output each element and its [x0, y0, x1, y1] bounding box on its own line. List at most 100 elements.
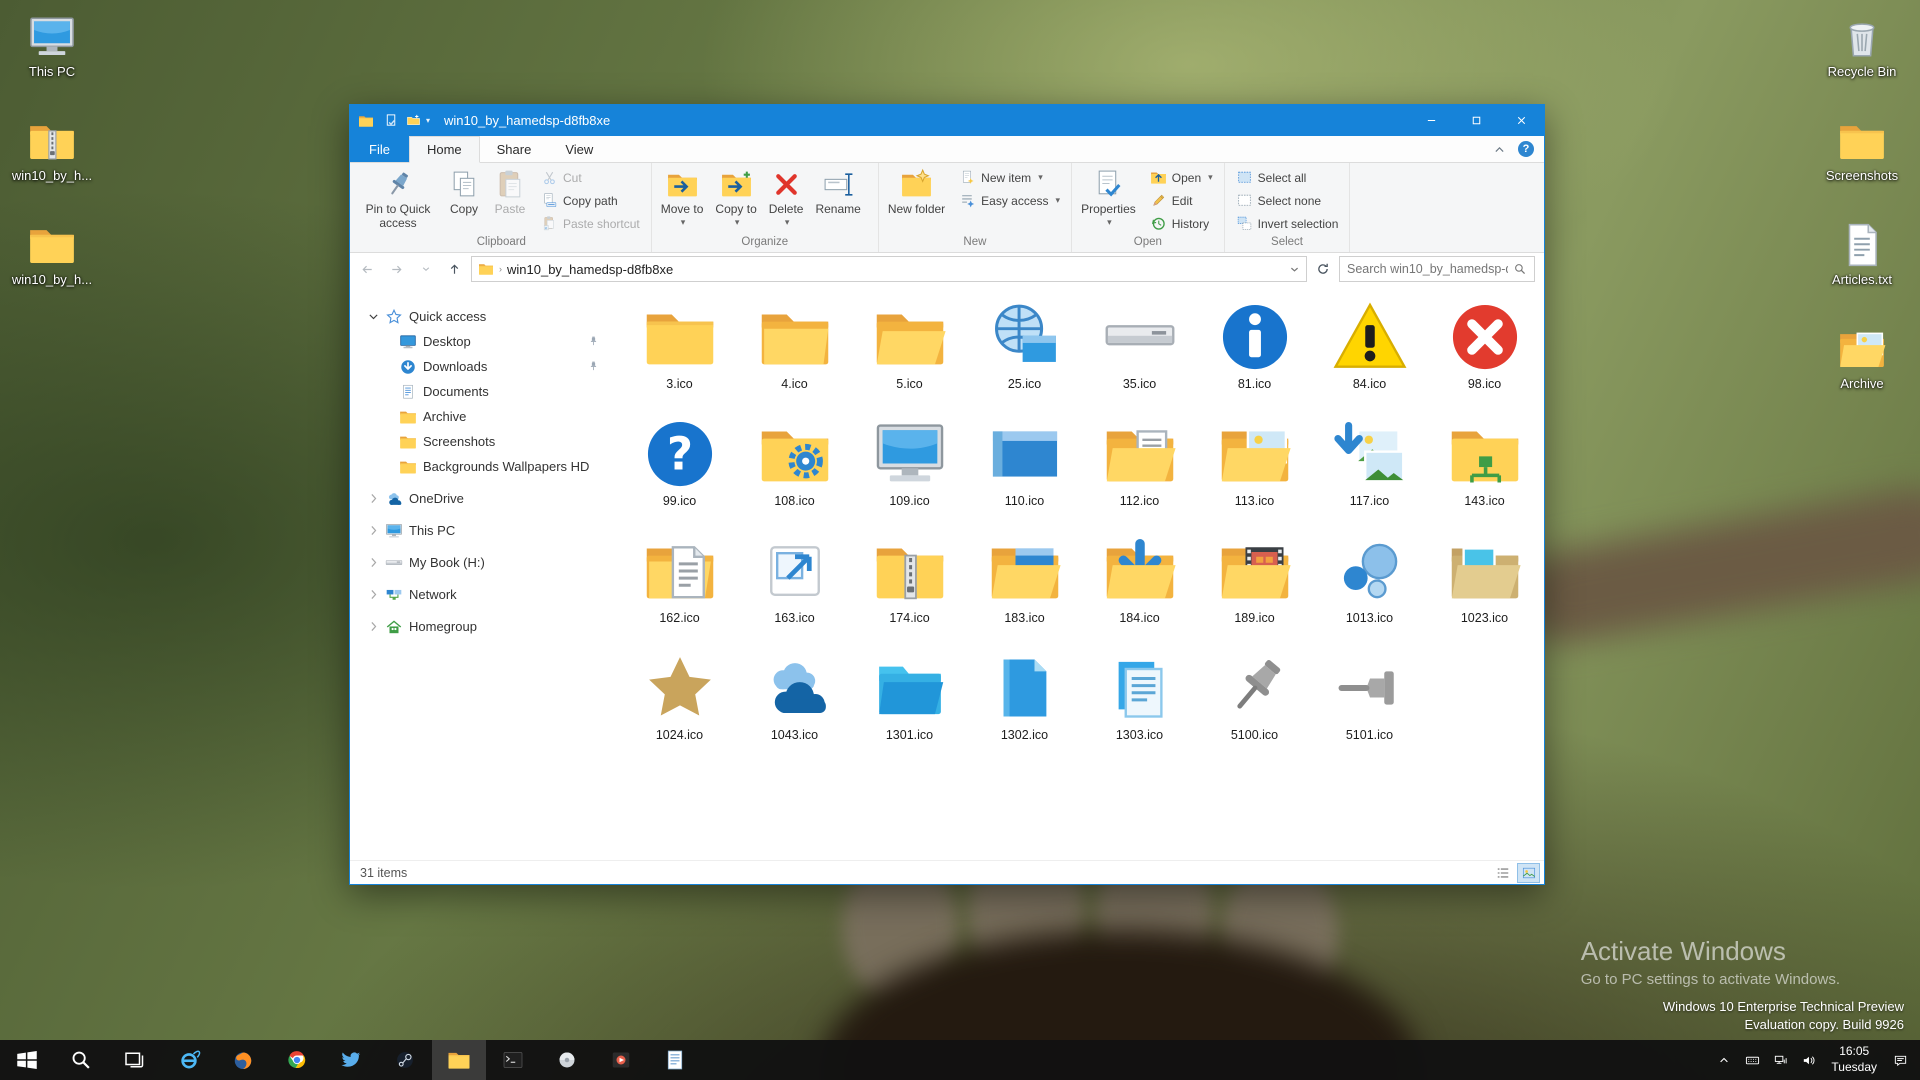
expander-icon[interactable]: [367, 556, 380, 569]
file-item[interactable]: 5101.ico: [1312, 650, 1427, 767]
file-item[interactable]: 98.ico: [1427, 299, 1542, 416]
desktop-icon[interactable]: Recycle Bin: [1818, 12, 1906, 98]
file-item[interactable]: 184.ico: [1082, 533, 1197, 650]
qat-dropdown-caret[interactable]: ▾: [426, 116, 430, 125]
ribbon-button[interactable]: Pin to Quick access ▾: [355, 165, 441, 231]
file-item[interactable]: 1043.ico: [737, 650, 852, 767]
file-item[interactable]: 1301.ico: [852, 650, 967, 767]
tray-volume-button[interactable]: [1794, 1040, 1822, 1080]
desktop-icon[interactable]: Articles.txt: [1818, 220, 1906, 306]
taskbar-button[interactable]: [648, 1040, 702, 1080]
ribbon-button[interactable]: Cut ▾: [537, 168, 644, 187]
search-box[interactable]: [1339, 256, 1535, 282]
ribbon-button[interactable]: Select none ▾: [1232, 191, 1343, 210]
tray-overflow-button[interactable]: [1710, 1040, 1738, 1080]
up-button[interactable]: [442, 257, 467, 282]
sidebar-item[interactable]: Documents: [350, 379, 606, 404]
file-item[interactable]: 162.ico: [622, 533, 737, 650]
breadcrumb[interactable]: win10_by_hamedsp-d8fb8xe: [507, 262, 1284, 277]
taskbar-button[interactable]: [54, 1040, 108, 1080]
expander-icon[interactable]: [367, 310, 380, 323]
taskbar-button[interactable]: [162, 1040, 216, 1080]
ribbon-button[interactable]: History ▾: [1146, 214, 1217, 233]
desktop-icon[interactable]: Archive: [1818, 324, 1906, 410]
ribbon-collapse-icon[interactable]: [1493, 143, 1506, 156]
address-bar[interactable]: › win10_by_hamedsp-d8fb8xe: [471, 256, 1307, 282]
ribbon-button[interactable]: New folder ▾: [882, 165, 951, 229]
ribbon-button[interactable]: Paste ▾: [487, 165, 533, 231]
desktop-icon[interactable]: Screenshots: [1818, 116, 1906, 202]
file-item[interactable]: 110.ico: [967, 416, 1082, 533]
back-button[interactable]: [355, 257, 380, 282]
file-item[interactable]: 5.ico: [852, 299, 967, 416]
file-item[interactable]: 112.ico: [1082, 416, 1197, 533]
file-item[interactable]: 163.ico: [737, 533, 852, 650]
forward-button[interactable]: [384, 257, 409, 282]
ribbon-button[interactable]: Copy path ▾: [537, 191, 644, 210]
ribbon-tab[interactable]: Share: [480, 136, 549, 162]
taskbar-button[interactable]: [270, 1040, 324, 1080]
tray-network-button[interactable]: [1766, 1040, 1794, 1080]
sidebar-item[interactable]: Network: [350, 582, 606, 607]
file-item[interactable]: 35.ico: [1082, 299, 1197, 416]
ribbon-button[interactable]: Copy ▾: [441, 165, 487, 231]
close-button[interactable]: [1499, 105, 1544, 136]
sidebar-item[interactable]: Homegroup: [350, 614, 606, 639]
expander-icon[interactable]: [367, 524, 380, 537]
recent-locations-button[interactable]: [413, 257, 438, 282]
file-item[interactable]: 1024.ico: [622, 650, 737, 767]
ribbon-tab[interactable]: View: [548, 136, 610, 162]
desktop-icon[interactable]: win10_by_h...: [8, 116, 96, 202]
file-item[interactable]: 143.ico: [1427, 416, 1542, 533]
taskbar-button[interactable]: [378, 1040, 432, 1080]
file-item[interactable]: 117.ico: [1312, 416, 1427, 533]
sidebar-item[interactable]: Desktop: [350, 329, 606, 354]
minimize-button[interactable]: [1409, 105, 1454, 136]
ribbon-button[interactable]: Invert selection ▾: [1232, 214, 1343, 233]
ribbon-button[interactable]: Properties ▾: [1075, 165, 1142, 229]
taskbar-button[interactable]: [216, 1040, 270, 1080]
sidebar-item[interactable]: My Book (H:): [350, 550, 606, 575]
file-item[interactable]: 1023.ico: [1427, 533, 1542, 650]
title-bar[interactable]: ▾ win10_by_hamedsp-d8fb8xe: [350, 105, 1544, 136]
expander-icon[interactable]: [367, 588, 380, 601]
desktop-icon[interactable]: win10_by_h...: [8, 220, 96, 306]
taskbar-button[interactable]: [432, 1040, 486, 1080]
sidebar-item[interactable]: OneDrive: [350, 486, 606, 511]
maximize-button[interactable]: [1454, 105, 1499, 136]
file-item[interactable]: 1302.ico: [967, 650, 1082, 767]
ribbon-button[interactable]: New item ▾: [955, 168, 1064, 187]
ribbon-button[interactable]: Copy to ▾: [709, 165, 762, 229]
file-item[interactable]: 81.ico: [1197, 299, 1312, 416]
taskbar-button[interactable]: [0, 1040, 54, 1080]
thumbnails-view-button[interactable]: [1517, 862, 1540, 883]
taskbar-button[interactable]: [486, 1040, 540, 1080]
refresh-button[interactable]: [1311, 257, 1335, 281]
taskbar-button[interactable]: [108, 1040, 162, 1080]
file-item[interactable]: 5100.ico: [1197, 650, 1312, 767]
quick-access-toolbar-button[interactable]: [406, 113, 421, 128]
ribbon-button[interactable]: Delete ▾: [763, 165, 810, 229]
ribbon-button[interactable]: Paste shortcut ▾: [537, 214, 644, 233]
ribbon-button[interactable]: Move to ▾: [655, 165, 710, 229]
sidebar-item[interactable]: Quick access: [350, 304, 606, 329]
taskbar-button[interactable]: [324, 1040, 378, 1080]
file-item[interactable]: 1303.ico: [1082, 650, 1197, 767]
sidebar-item[interactable]: Backgrounds Wallpapers HD: [350, 454, 606, 479]
file-item[interactable]: ? 99.ico: [622, 416, 737, 533]
sidebar-item[interactable]: Screenshots: [350, 429, 606, 454]
taskbar-button[interactable]: [540, 1040, 594, 1080]
taskbar-button[interactable]: [594, 1040, 648, 1080]
desktop-icon[interactable]: This PC: [8, 12, 96, 98]
file-item[interactable]: 1013.ico: [1312, 533, 1427, 650]
action-center-button[interactable]: [1886, 1040, 1914, 1080]
sidebar-item[interactable]: Downloads: [350, 354, 606, 379]
expander-icon[interactable]: [367, 620, 380, 633]
file-item[interactable]: 84.ico: [1312, 299, 1427, 416]
file-item[interactable]: 189.ico: [1197, 533, 1312, 650]
ribbon-tab[interactable]: Home: [408, 136, 480, 163]
search-input[interactable]: [1347, 262, 1508, 276]
help-icon[interactable]: ?: [1518, 141, 1534, 157]
ribbon-button[interactable]: Rename ▾: [809, 165, 866, 229]
file-item[interactable]: 113.ico: [1197, 416, 1312, 533]
